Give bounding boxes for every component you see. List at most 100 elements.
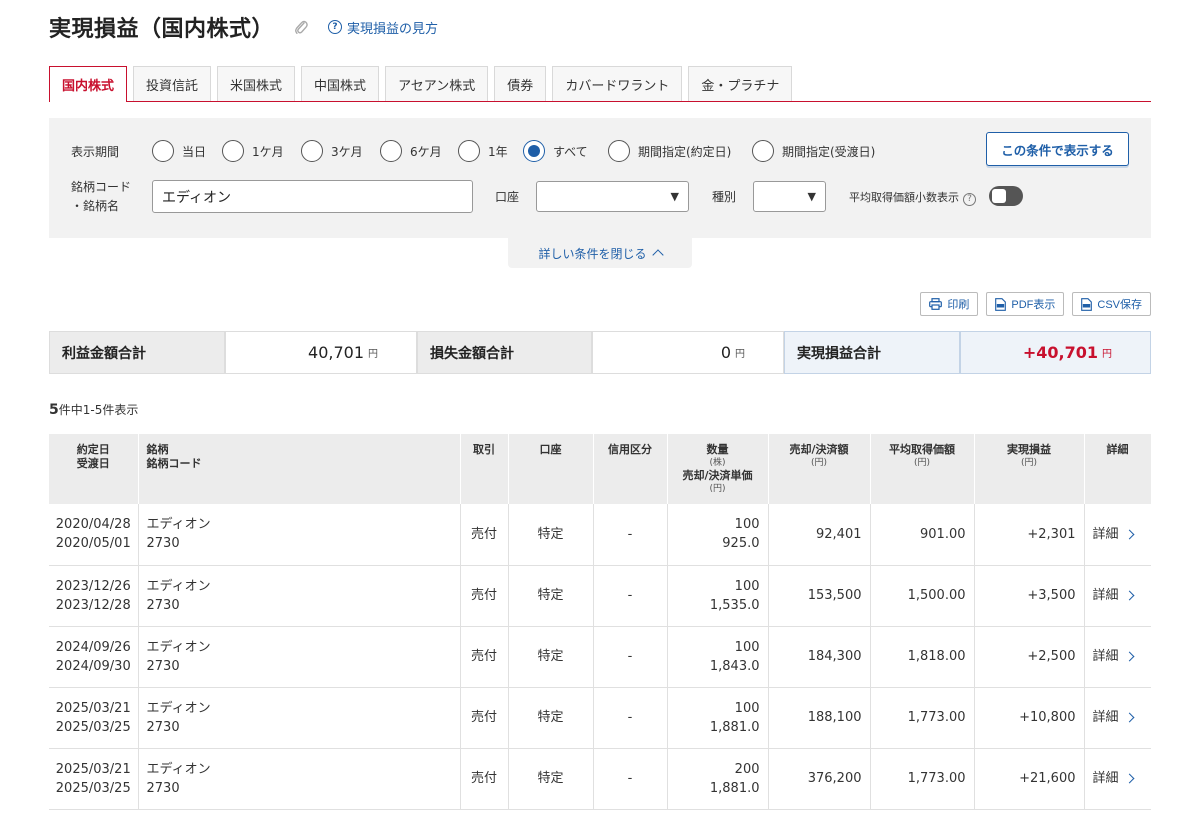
- settle-date: 2025/03/25: [55, 719, 131, 735]
- collapse-label: 詳しい条件を閉じる: [538, 246, 647, 261]
- question-icon[interactable]: ?: [963, 192, 976, 206]
- header-amount: 売却/決済額 (円): [768, 434, 871, 504]
- radio-period-3m[interactable]: 3ケ月: [301, 140, 363, 162]
- apply-filter-button[interactable]: この条件で表示する: [986, 132, 1129, 166]
- credit-cell: -: [593, 626, 668, 688]
- tab-domestic-stocks[interactable]: 国内株式: [49, 66, 128, 102]
- stock-name: エディオン: [146, 517, 211, 533]
- tab-covered-warrants[interactable]: カバードワラント: [552, 66, 683, 101]
- amount-cell: 188,100: [768, 687, 871, 749]
- radio-period-1y[interactable]: 1年: [458, 140, 508, 162]
- dates-cell: 2023/12/26 2023/12/28: [49, 565, 139, 627]
- radio-period-today[interactable]: 当日: [152, 140, 206, 162]
- unit-price: 1,881.0: [709, 719, 760, 735]
- amount-cell: 92,401: [768, 504, 871, 566]
- dropdown-arrow-icon: ▼: [670, 190, 679, 203]
- header-unit-price: 売却/決済単価: [682, 469, 753, 482]
- csv-button[interactable]: CSV保存: [1072, 292, 1151, 316]
- decimal-display-text: 平均取得価額小数表示: [849, 191, 959, 204]
- tab-us-stocks[interactable]: 米国株式: [217, 66, 296, 101]
- header-avg-cost-unit: (円): [913, 458, 931, 468]
- tab-asean-stocks[interactable]: アセアン株式: [385, 66, 489, 101]
- detail-link[interactable]: 詳細: [1084, 626, 1151, 688]
- trade-date: 2025/03/21: [55, 700, 131, 716]
- tab-bonds[interactable]: 債券: [494, 66, 547, 101]
- trade-cell: 売付: [460, 626, 509, 688]
- header-account: 口座: [508, 434, 594, 504]
- period-label: 表示期間: [71, 145, 120, 159]
- print-button[interactable]: 印刷: [920, 292, 979, 316]
- radio-circle[interactable]: [380, 140, 402, 162]
- radio-circle[interactable]: [152, 140, 174, 162]
- stock-search-input[interactable]: [152, 180, 473, 213]
- type-select[interactable]: ▼: [753, 181, 826, 212]
- header-credit: 信用区分: [593, 434, 668, 504]
- trade-cell: 売付: [460, 748, 509, 810]
- account-cell: 特定: [508, 504, 594, 566]
- header-unit-price-unit: (円): [709, 484, 726, 494]
- trade-date: 2025/03/21: [55, 761, 131, 777]
- avg-cost-cell: 1,773.00: [870, 748, 975, 810]
- dates-cell: 2025/03/21 2025/03/25: [49, 748, 139, 810]
- csv-file-icon: [1081, 297, 1093, 311]
- result-count-text: 件中1-5件表示: [58, 403, 139, 417]
- unit-price: 925.0: [722, 536, 760, 552]
- realized-total-value: +40,701 円: [960, 331, 1151, 374]
- header-amount-unit: (円): [810, 458, 828, 468]
- header-realized-pl-label: 実現損益: [1007, 443, 1051, 456]
- realized-total-label: 実現損益合計: [784, 331, 960, 374]
- radio-circle[interactable]: [608, 140, 630, 162]
- radio-label: 6ケ月: [410, 144, 442, 159]
- stock-code: 2730: [146, 536, 180, 552]
- account-select[interactable]: ▼: [536, 181, 689, 212]
- help-link-label: 実現損益の見方: [347, 21, 439, 37]
- table-header-row: 約定日 受渡日 銘柄 銘柄コード 取引 口座 信用区分 数量 (株) 売却/決済単価 (円…: [49, 434, 1152, 504]
- print-label: 印刷: [947, 299, 970, 311]
- profit-total-amount: 40,701: [308, 343, 364, 362]
- radio-period-1m[interactable]: 1ケ月: [222, 140, 284, 162]
- chevron-right-icon: [1124, 529, 1134, 540]
- detail-link[interactable]: 詳細: [1084, 748, 1151, 810]
- tab-investment-trusts[interactable]: 投資信託: [133, 66, 212, 101]
- help-link[interactable]: ? 実現損益の見方: [328, 18, 438, 37]
- result-count-total: 5: [49, 402, 59, 418]
- page-header: 実現損益（国内株式） ? 実現損益の見方: [49, 10, 438, 44]
- tab-gold-platinum[interactable]: 金・プラチナ: [688, 66, 793, 101]
- pdf-file-icon: [995, 297, 1007, 311]
- decimal-toggle[interactable]: [989, 186, 1023, 206]
- radio-circle-selected[interactable]: [523, 140, 545, 162]
- credit-cell: -: [593, 504, 668, 566]
- radio-label: 1ケ月: [252, 144, 284, 159]
- radio-circle[interactable]: [301, 140, 323, 162]
- trade-cell: 売付: [460, 565, 509, 627]
- radio-label: 1年: [488, 144, 508, 159]
- chevron-right-icon: [1124, 590, 1134, 601]
- detail-link[interactable]: 詳細: [1084, 504, 1151, 566]
- radio-circle[interactable]: [752, 140, 774, 162]
- radio-circle[interactable]: [222, 140, 244, 162]
- detail-link[interactable]: 詳細: [1084, 565, 1151, 627]
- stock-cell: エディオン 2730: [138, 687, 461, 749]
- table-row: 2025/03/21 2025/03/25 エディオン 2730 売付 特定 - 2…: [49, 748, 1151, 810]
- radio-circle[interactable]: [458, 140, 480, 162]
- radio-period-settle-date[interactable]: 期間指定(受渡日): [752, 140, 875, 162]
- detail-link[interactable]: 詳細: [1084, 687, 1151, 749]
- radio-label: すべて: [553, 144, 588, 159]
- radio-period-all[interactable]: すべて: [523, 140, 588, 162]
- account-label: 口座: [495, 190, 520, 204]
- qty-price-cell: 100 1,535.0: [667, 565, 769, 627]
- stock-cell: エディオン 2730: [138, 626, 461, 688]
- tab-china-stocks[interactable]: 中国株式: [301, 66, 380, 101]
- radio-period-trade-date[interactable]: 期間指定(約定日): [608, 140, 731, 162]
- paperclip-icon[interactable]: [292, 16, 310, 38]
- radio-period-6m[interactable]: 6ケ月: [380, 140, 442, 162]
- stock-code-label: 銘柄コード ・銘柄名: [71, 178, 131, 216]
- realized-pl-cell: +10,800: [974, 687, 1085, 749]
- pdf-button[interactable]: PDF表示: [986, 292, 1065, 316]
- avg-cost-cell: 1,500.00: [870, 565, 975, 627]
- collapse-conditions-button[interactable]: 詳しい条件を閉じる: [508, 238, 692, 268]
- chevron-right-icon: [1124, 773, 1134, 784]
- chevron-up-icon: [651, 249, 664, 261]
- header-realized-pl-unit: (円): [1020, 458, 1038, 468]
- loss-total-label: 損失金額合計: [417, 331, 592, 374]
